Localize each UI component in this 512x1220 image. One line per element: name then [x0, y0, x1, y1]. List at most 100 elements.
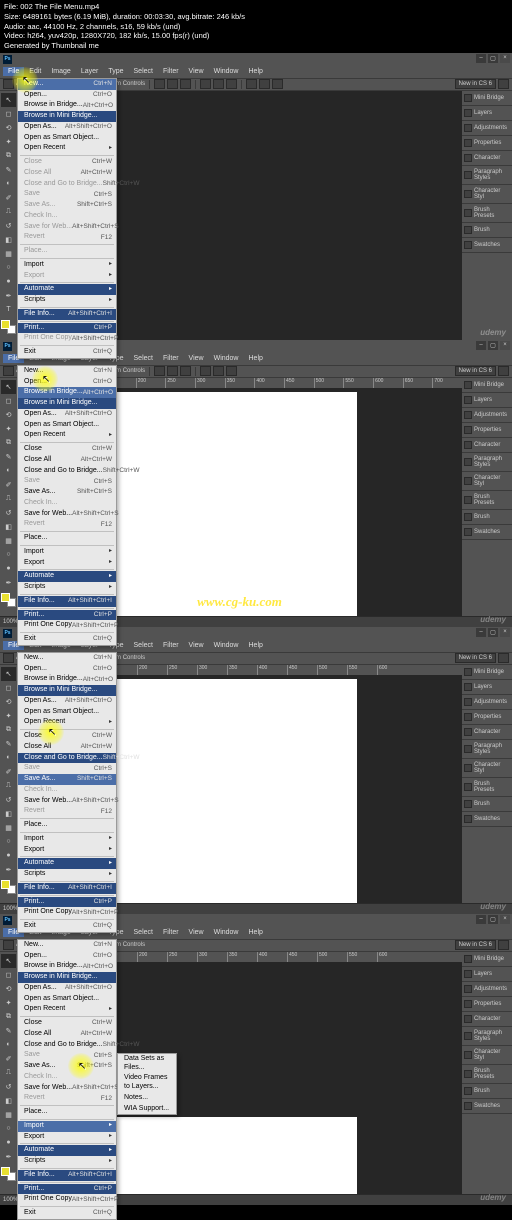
blur-tool-icon[interactable]: ○: [1, 835, 16, 849]
menu-item-print-one[interactable]: Print One CopyAlt+Shift+Ctrl+P: [18, 907, 116, 918]
menu-item-print[interactable]: Print...Ctrl+P: [18, 897, 116, 908]
menu-item-open-as[interactable]: Open As...Alt+Shift+Ctrl+O: [18, 696, 116, 707]
document-canvas[interactable]: [117, 679, 357, 903]
menu-item-open[interactable]: Open...Ctrl+O: [18, 90, 116, 101]
submenu-item-wia[interactable]: WIA Support...: [118, 1104, 176, 1115]
menu-item-print[interactable]: Print...Ctrl+P: [18, 1184, 116, 1195]
menu-item-import[interactable]: Import▸: [18, 1121, 116, 1132]
menu-window[interactable]: Window: [209, 67, 244, 76]
menu-image[interactable]: Image: [46, 67, 75, 76]
menu-item-revert[interactable]: RevertF12: [18, 519, 116, 530]
menu-item-file-info[interactable]: File Info...Alt+Shift+Ctrl+I: [18, 596, 116, 607]
blur-tool-icon[interactable]: ○: [1, 548, 16, 562]
menu-item-browse-bridge[interactable]: Browse in Bridge...Alt+Ctrl+O: [18, 674, 116, 685]
crop-tool-icon[interactable]: ⧉: [1, 149, 16, 163]
menu-item-save-web[interactable]: Save for Web...Alt+Shift+Ctrl+S: [18, 509, 116, 520]
new-in-cs6-button[interactable]: New in CS 6: [455, 653, 496, 663]
panel-swatches[interactable]: Swatches: [462, 238, 512, 253]
menu-help[interactable]: Help: [244, 928, 268, 937]
lasso-tool-icon[interactable]: ⟲: [1, 982, 16, 996]
fg-color-swatch[interactable]: [1, 320, 10, 329]
menu-item-browse-bridge[interactable]: Browse in Bridge...Alt+Ctrl+O: [18, 100, 116, 111]
menu-item-new[interactable]: New...Ctrl+N: [18, 653, 116, 664]
menu-item-place[interactable]: Place...: [18, 820, 116, 831]
move-tool-icon[interactable]: ↖: [1, 954, 16, 968]
panel-layers[interactable]: Layers: [462, 680, 512, 695]
menu-item-browse-bridge[interactable]: Browse in Bridge...Alt+Ctrl+O: [18, 961, 116, 972]
menu-item-place[interactable]: Place...: [18, 1107, 116, 1118]
tool-preset-icon[interactable]: [3, 653, 14, 663]
tool-preset-icon[interactable]: [3, 940, 14, 950]
pen-tool-icon[interactable]: ✒: [1, 289, 16, 303]
menu-item-new[interactable]: New...Ctrl+N: [18, 940, 116, 951]
new-in-cs6-button[interactable]: New in CS 6: [455, 366, 496, 376]
pen-tool-icon[interactable]: ✒: [1, 863, 16, 877]
panel-mini-bridge[interactable]: Mini Bridge: [462, 378, 512, 393]
menu-item-checkin[interactable]: Check In...: [18, 211, 116, 222]
dodge-tool-icon[interactable]: ●: [1, 1136, 16, 1150]
menu-item-browse-mini-bridge[interactable]: Browse in Mini Bridge...: [18, 111, 116, 122]
panel-paragraph-styles[interactable]: Paragraph Styles: [462, 453, 512, 472]
panel-character[interactable]: Character: [462, 725, 512, 740]
menu-item-save-web[interactable]: Save for Web...Alt+Shift+Ctrl+S: [18, 222, 116, 233]
menu-item-open-smart[interactable]: Open as Smart Object...: [18, 133, 116, 144]
align-icon[interactable]: [154, 79, 165, 89]
color-swatches[interactable]: [1, 1167, 16, 1181]
menu-item-save-web[interactable]: Save for Web...Alt+Shift+Ctrl+S: [18, 796, 116, 807]
menu-item-save[interactable]: SaveCtrl+S: [18, 476, 116, 487]
marquee-tool-icon[interactable]: ◻: [1, 107, 16, 121]
menu-item-automate[interactable]: Automate▸: [18, 1145, 116, 1156]
distribute-icon[interactable]: [246, 79, 257, 89]
brush-tool-icon[interactable]: ✐: [1, 1052, 16, 1066]
move-tool-icon[interactable]: ↖: [1, 93, 16, 107]
close-button[interactable]: ×: [500, 341, 510, 350]
panel-layers[interactable]: Layers: [462, 393, 512, 408]
tool-preset-icon[interactable]: [3, 79, 14, 89]
eyedropper-tool-icon[interactable]: ✎: [1, 163, 16, 177]
menu-filter[interactable]: Filter: [158, 928, 184, 937]
menu-view[interactable]: View: [184, 641, 209, 650]
panel-swatches[interactable]: Swatches: [462, 812, 512, 827]
menu-item-export[interactable]: Export▸: [18, 1132, 116, 1143]
dodge-tool-icon[interactable]: ●: [1, 275, 16, 289]
heal-tool-icon[interactable]: ◐: [1, 464, 16, 478]
distribute-icon[interactable]: [272, 79, 283, 89]
align-icon[interactable]: [200, 366, 211, 376]
type-tool-icon[interactable]: T: [1, 303, 16, 317]
move-tool-icon[interactable]: ↖: [1, 667, 16, 681]
menu-item-close[interactable]: CloseCtrl+W: [18, 157, 116, 168]
menu-item-file-info[interactable]: File Info...Alt+Shift+Ctrl+I: [18, 883, 116, 894]
panel-mini-bridge[interactable]: Mini Bridge: [462, 665, 512, 680]
menu-item-save-as[interactable]: Save As...Shift+Ctrl+S: [18, 1061, 116, 1072]
menu-item-place[interactable]: Place...: [18, 533, 116, 544]
menu-item-open[interactable]: Open...Ctrl+O: [18, 664, 116, 675]
align-icon[interactable]: [167, 366, 178, 376]
color-swatches[interactable]: [1, 593, 16, 607]
heal-tool-icon[interactable]: ◐: [1, 177, 16, 191]
blur-tool-icon[interactable]: ○: [1, 1122, 16, 1136]
panel-adjustments[interactable]: Adjustments: [462, 982, 512, 997]
menu-item-close-all[interactable]: Close AllAlt+Ctrl+W: [18, 168, 116, 179]
menu-item-close-bridge[interactable]: Close and Go to Bridge...Shift+Ctrl+W: [18, 466, 116, 477]
panel-adjustments[interactable]: Adjustments: [462, 121, 512, 136]
menu-item-exit[interactable]: ExitCtrl+Q: [18, 634, 116, 645]
wand-tool-icon[interactable]: ✦: [1, 996, 16, 1010]
panel-character[interactable]: Character: [462, 151, 512, 166]
menu-item-print-one[interactable]: Print One CopyAlt+Shift+Ctrl+P: [18, 333, 116, 344]
menu-item-checkin[interactable]: Check In...: [18, 1072, 116, 1083]
menu-item-open-recent[interactable]: Open Recent▸: [18, 430, 116, 441]
panel-brush-presets[interactable]: Brush Presets: [462, 1065, 512, 1084]
crop-tool-icon[interactable]: ⧉: [1, 436, 16, 450]
move-tool-icon[interactable]: ↖: [1, 380, 16, 394]
align-icon[interactable]: [213, 366, 224, 376]
panel-properties[interactable]: Properties: [462, 997, 512, 1012]
menu-file[interactable]: File: [3, 67, 24, 76]
color-swatches[interactable]: [1, 320, 16, 334]
wand-tool-icon[interactable]: ✦: [1, 709, 16, 723]
menu-item-print-one[interactable]: Print One CopyAlt+Shift+Ctrl+P: [18, 1194, 116, 1205]
maximize-button[interactable]: ▢: [488, 341, 498, 350]
brush-tool-icon[interactable]: ✐: [1, 765, 16, 779]
close-button[interactable]: ×: [500, 628, 510, 637]
menu-filter[interactable]: Filter: [158, 641, 184, 650]
menu-view[interactable]: View: [184, 354, 209, 363]
